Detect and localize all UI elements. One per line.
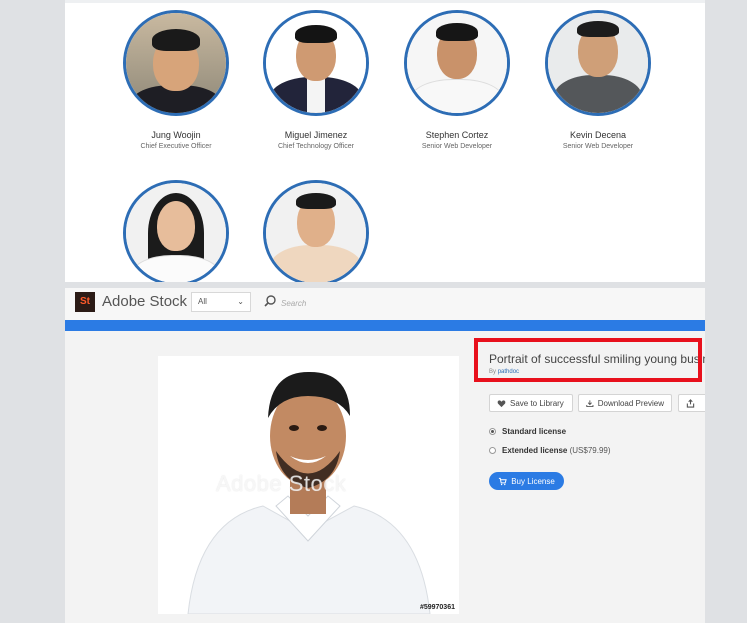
- team-member-card: [101, 180, 251, 282]
- asset-author: By pathdoc: [489, 369, 519, 375]
- panel-top-border: [65, 0, 705, 3]
- buy-license-label: Buy License: [511, 476, 555, 486]
- team-panel: Jung Woojin Chief Executive Officer Migu…: [65, 0, 705, 282]
- license-label: Standard license: [502, 427, 567, 436]
- share-icon: [686, 398, 695, 408]
- adobe-stock-logo[interactable]: St: [75, 292, 95, 312]
- search-icon[interactable]: [263, 294, 277, 308]
- stock-panel: St Adobe Stock All ⌄ Search Adobe Stock …: [65, 288, 705, 623]
- member-role: Senior Web Developer: [562, 143, 634, 150]
- team-member-card: Stephen Cortez Senior Web Developer: [382, 10, 532, 150]
- chevron-down-icon: ⌄: [237, 297, 244, 306]
- asset-preview-image[interactable]: Adobe Stock #59970361: [158, 356, 459, 614]
- member-role: Chief Executive Officer: [140, 143, 212, 150]
- member-role: Chief Technology Officer: [277, 143, 354, 150]
- member-name: Jung Woojin: [151, 130, 201, 140]
- avatar: [404, 10, 510, 116]
- author-prefix: By: [489, 369, 497, 375]
- download-label: Download Preview: [597, 398, 664, 408]
- member-name: Kevin Decena: [569, 130, 627, 140]
- watermark: Adobe Stock: [216, 471, 347, 496]
- license-price: (US$79.99): [569, 446, 611, 455]
- cart-icon: [499, 477, 507, 485]
- save-to-library-button[interactable]: Save to Library: [489, 394, 573, 412]
- author-link[interactable]: pathdoc: [498, 369, 519, 375]
- member-role: Senior Web Developer: [421, 143, 493, 150]
- member-name: Miguel Jimenez: [284, 130, 348, 140]
- search-filter-select[interactable]: All ⌄: [191, 292, 251, 312]
- avatar: [123, 10, 229, 116]
- team-member-card: Jung Woojin Chief Executive Officer: [101, 10, 251, 150]
- save-label: Save to Library: [510, 398, 564, 408]
- search-input[interactable]: [279, 295, 483, 311]
- share-button[interactable]: [678, 394, 705, 412]
- buy-license-button[interactable]: Buy License: [489, 472, 564, 490]
- team-member-card: Miguel Jimenez Chief Technology Officer: [241, 10, 391, 150]
- filter-value: All: [198, 297, 207, 306]
- download-icon: [586, 399, 594, 407]
- brand-name[interactable]: Adobe Stock: [102, 293, 187, 310]
- download-preview-button[interactable]: Download Preview: [578, 394, 672, 412]
- team-member-card: Kevin Decena Senior Web Developer: [523, 10, 673, 150]
- avatar: [263, 10, 369, 116]
- stock-header: St Adobe Stock All ⌄: [65, 288, 705, 320]
- standard-license-option[interactable]: Standard license: [489, 427, 566, 436]
- extended-license-radio[interactable]: [489, 447, 496, 454]
- standard-license-radio[interactable]: [489, 428, 496, 435]
- license-label: Extended license: [502, 446, 568, 455]
- asset-id: #59970361: [419, 604, 455, 611]
- extended-license-option[interactable]: Extended license (US$79.99): [489, 446, 611, 455]
- heart-icon: [497, 399, 506, 407]
- avatar: [545, 10, 651, 116]
- header-accent-bar: [65, 320, 705, 331]
- member-name: Stephen Cortez: [425, 130, 489, 140]
- avatar: [123, 180, 229, 282]
- avatar: [263, 180, 369, 282]
- team-member-card: [241, 180, 391, 282]
- asset-title: Portrait of successful smiling young bus…: [489, 352, 705, 366]
